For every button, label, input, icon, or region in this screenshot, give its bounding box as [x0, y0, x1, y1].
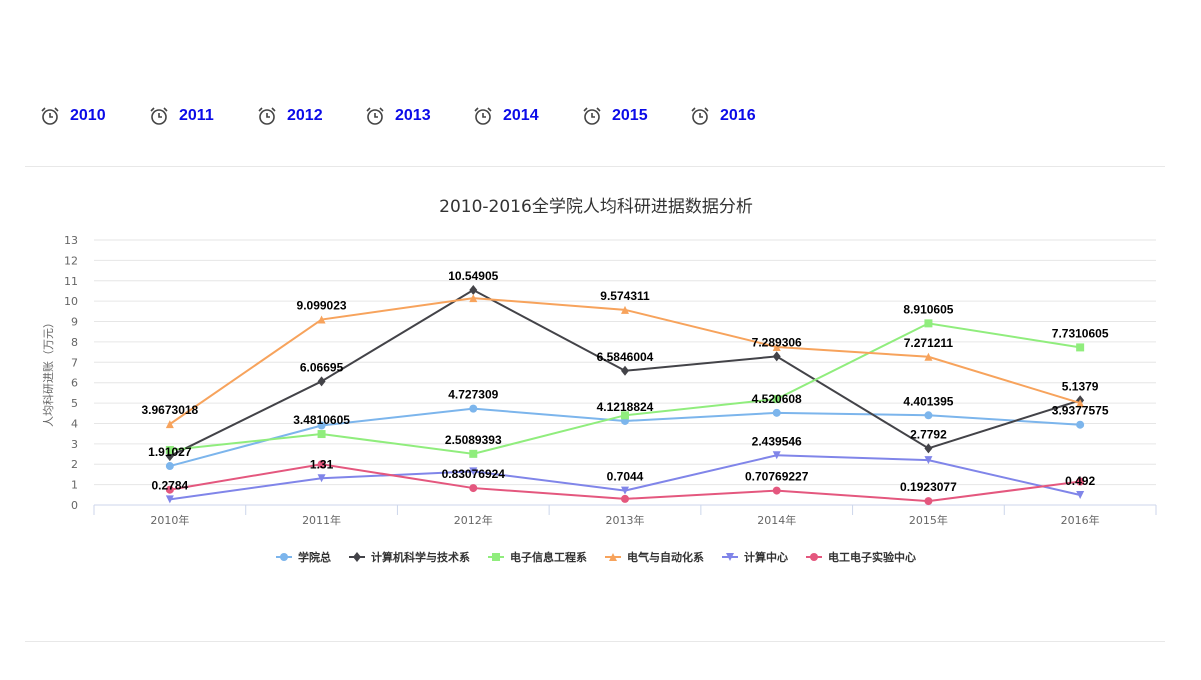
x-tick-label: 2014年	[757, 513, 796, 527]
data-point	[621, 365, 629, 376]
data-point	[469, 284, 478, 295]
data-point	[1076, 420, 1085, 429]
legend-symbol-marker	[353, 552, 361, 562]
data-point	[469, 404, 478, 413]
y-tick-label: 4	[71, 417, 78, 430]
data-label: 3.9673018	[141, 403, 198, 417]
data-label: 10.54905	[448, 269, 498, 283]
legend-symbol-marker	[492, 553, 500, 561]
data-label: 2.439546	[752, 434, 802, 448]
y-tick-label: 12	[64, 254, 78, 267]
legend-symbol-marker	[280, 553, 288, 561]
data-point	[924, 443, 933, 454]
data-point	[317, 430, 326, 439]
data-label: 2.5089393	[445, 433, 502, 447]
data-point	[469, 484, 478, 493]
data-label: 0.1923077	[900, 480, 957, 494]
data-label: 9.099023	[297, 299, 347, 313]
data-label: 7.289306	[752, 335, 802, 349]
data-label: 4.1218824	[597, 400, 654, 414]
data-point	[621, 494, 629, 503]
data-point	[317, 376, 326, 387]
data-label: 4.401395	[903, 394, 953, 408]
data-point	[924, 497, 933, 506]
y-axis-title: 人均科研进账（万元）	[41, 317, 55, 427]
data-label: 9.574311	[600, 289, 650, 303]
y-tick-label: 0	[71, 499, 78, 512]
data-label: 0.70769227	[745, 470, 809, 484]
y-tick-label: 11	[64, 275, 78, 288]
data-point	[924, 319, 933, 328]
legend-label: 计算机科学与技术系	[371, 550, 470, 564]
legend-label: 电子信息工程系	[510, 550, 587, 564]
legend: 学院总 计算机科学与技术系 电子信息工程系 电气与自动化系 计算中心 电工电子实验中心	[276, 550, 916, 564]
x-tick-label: 2010年	[150, 513, 189, 527]
data-point	[469, 449, 478, 458]
y-tick-label: 10	[64, 295, 78, 308]
data-point	[772, 486, 781, 495]
legend-label: 计算中心	[744, 550, 788, 564]
data-point	[165, 462, 174, 471]
y-tick-label: 1	[71, 479, 78, 492]
data-label: 6.06695	[300, 360, 344, 374]
x-tick-label: 2011年	[302, 513, 341, 527]
data-label: 3.9377575	[1052, 404, 1109, 418]
x-tick-label: 2012年	[454, 513, 493, 527]
line-chart: 2010-2016全学院人均科研进据数据分析 人均科研进账（万元） 012345…	[41, 197, 1157, 564]
chart-title: 2010-2016全学院人均科研进据数据分析	[439, 197, 753, 217]
legend-label: 电工电子实验中心	[828, 550, 916, 564]
x-tick-label: 2016年	[1061, 513, 1100, 527]
y-tick-label: 2	[71, 458, 78, 471]
y-tick-label: 9	[71, 316, 78, 329]
x-tick-label: 2015年	[909, 513, 948, 527]
data-label: 0.492	[1065, 474, 1095, 488]
data-point	[772, 351, 781, 362]
data-label: 6.5846004	[597, 350, 654, 364]
data-label: 4.727309	[448, 388, 498, 402]
data-label: 7.271211	[904, 336, 954, 350]
data-label: 5.1379	[1062, 379, 1099, 393]
data-label: 3.4810605	[293, 413, 350, 427]
y-tick-label: 13	[64, 234, 78, 247]
data-point	[1076, 343, 1085, 352]
legend-label: 电气与自动化系	[627, 550, 704, 564]
y-tick-label: 3	[71, 438, 78, 451]
data-label: 1.31	[310, 457, 334, 471]
data-label: 4.520608	[752, 392, 802, 406]
data-label: 7.7310605	[1052, 326, 1109, 340]
data-label: 0.2784	[152, 478, 189, 492]
y-tick-label: 5	[71, 397, 78, 410]
data-label: 2.7792	[910, 427, 947, 441]
x-tick-label: 2013年	[606, 513, 645, 527]
y-tick-label: 6	[71, 377, 78, 390]
data-label: 8.910605	[903, 302, 953, 316]
y-tick-label: 8	[71, 336, 78, 349]
y-tick-label: 7	[71, 356, 78, 369]
data-point	[772, 408, 781, 417]
data-label: 1.91027	[148, 445, 192, 459]
data-label: 0.7044	[607, 470, 644, 484]
data-label: 0.83076924	[442, 467, 506, 481]
legend-label: 学院总	[298, 550, 331, 564]
data-labels: 1.91027 4.727309 4.1218824 4.520608 4.401395…	[141, 269, 1108, 494]
legend-symbol-marker	[810, 553, 818, 561]
data-point	[924, 411, 933, 420]
